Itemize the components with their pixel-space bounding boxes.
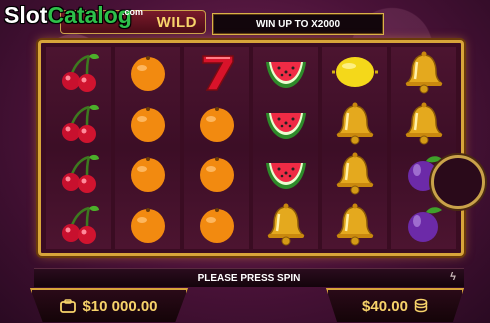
- wallet-icon: [60, 299, 77, 313]
- orange-symbol: [192, 149, 242, 197]
- bell-symbol: [330, 149, 380, 197]
- seven-symbol: [192, 48, 242, 96]
- win-up-to-banner: WIN UP TO X2000: [212, 13, 384, 35]
- lightning-icon[interactable]: ϟ: [450, 271, 456, 283]
- lemon-symbol: [330, 48, 380, 96]
- reels-area: [46, 47, 456, 249]
- reels-frame: [38, 40, 485, 256]
- bell-symbol: [261, 200, 311, 248]
- orange-symbol: [123, 99, 173, 147]
- reel-3: [184, 47, 249, 249]
- reel-2: [115, 47, 180, 249]
- reel-1: [46, 47, 111, 249]
- reel-4: [253, 47, 318, 249]
- watermelon-symbol: [261, 48, 311, 96]
- bell-symbol: [330, 200, 380, 248]
- orange-symbol: [192, 200, 242, 248]
- game-logo-text: WILD: [156, 13, 197, 31]
- cherry-symbol: [54, 149, 104, 197]
- watermelon-symbol: [261, 99, 311, 147]
- cherry-symbol: [54, 99, 104, 147]
- bet-value: $40.00: [362, 297, 408, 315]
- message-bar: PLEASE PRESS SPIN ϟ: [34, 268, 464, 287]
- slotcatalog-watermark: SlotCatalog .com: [4, 2, 144, 28]
- bell-symbol: [330, 99, 380, 147]
- reel-5: [322, 47, 387, 249]
- side-spin-button[interactable]: [431, 155, 485, 209]
- reel-6: [391, 47, 456, 249]
- bell-symbol: [399, 48, 449, 96]
- orange-symbol: [123, 200, 173, 248]
- cherry-symbol: [54, 200, 104, 248]
- cherry-symbol: [54, 48, 104, 96]
- bet-panel[interactable]: $40.00: [326, 288, 464, 322]
- message-text: PLEASE PRESS SPIN: [197, 272, 301, 284]
- watermelon-symbol: [261, 149, 311, 197]
- bell-symbol: [399, 99, 449, 147]
- balance-panel: $10 000.00: [30, 288, 188, 322]
- balance-value: $10 000.00: [82, 297, 158, 315]
- coin-stack-icon: [414, 298, 428, 313]
- orange-symbol: [123, 48, 173, 96]
- plum-symbol: [399, 200, 449, 248]
- orange-symbol: [123, 149, 173, 197]
- orange-symbol: [192, 99, 242, 147]
